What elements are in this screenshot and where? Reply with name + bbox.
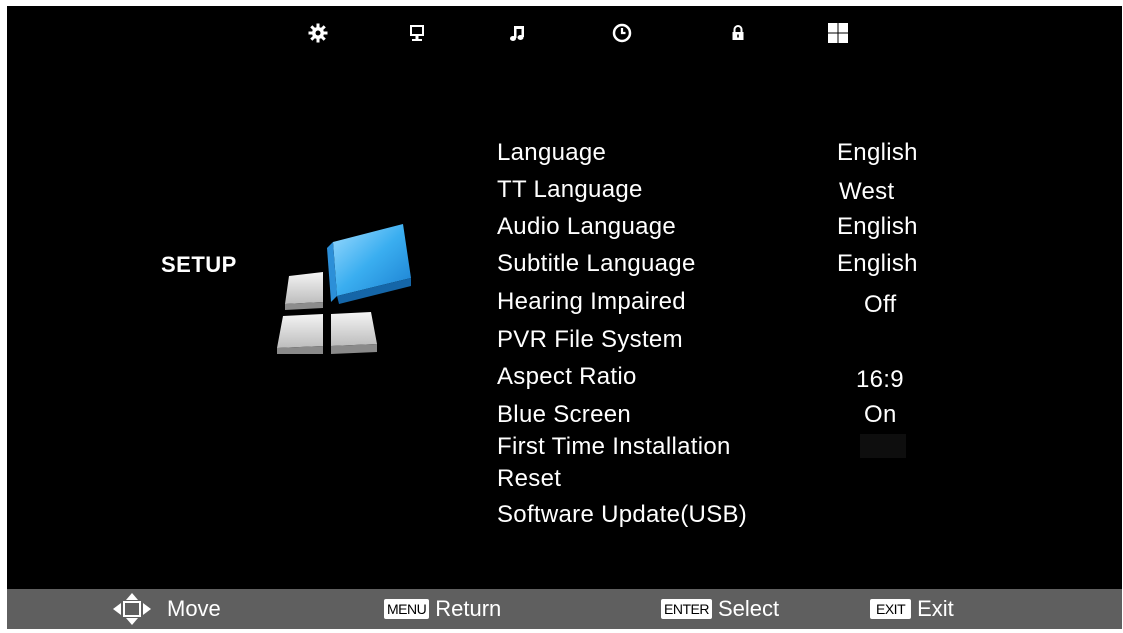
menu-value-subtitle-language: English (837, 250, 918, 277)
exit-key-badge: EXIT (870, 599, 912, 619)
menu-item-tt-language[interactable]: TT Language (497, 176, 643, 204)
menu-value-language: English (837, 139, 918, 166)
clock-icon[interactable] (611, 22, 633, 44)
monitor-icon[interactable] (406, 22, 428, 44)
gear-icon[interactable] (307, 22, 329, 44)
menu-key-badge: MENU (384, 599, 430, 619)
menu-value-tt-language: West (839, 178, 895, 205)
setup-blocks-graphic (277, 224, 411, 354)
hint-return: MENU Return (384, 589, 501, 629)
menu-value-blue-screen: On (864, 401, 897, 428)
menu-item-hearing-impaired[interactable]: Hearing Impaired (497, 288, 686, 316)
dpad-icon (113, 593, 151, 625)
hint-move: Move (111, 589, 221, 629)
section-title: SETUP (161, 252, 237, 277)
menu-item-software-update[interactable]: Software Update(USB) (497, 501, 747, 529)
menu-value-audio-language: English (837, 213, 918, 240)
menu-item-audio-language[interactable]: Audio Language (497, 213, 676, 241)
hint-select-label: Select (717, 596, 780, 621)
menu-item-first-time-installation[interactable]: First Time Installation (497, 433, 731, 461)
bottom-hint-bar: Move MENU Return ENTER Select EXIT Exit (7, 589, 1122, 629)
grid-icon[interactable] (827, 22, 849, 44)
menu-item-subtitle-language[interactable]: Subtitle Language (497, 250, 696, 278)
menu-item-blue-screen[interactable]: Blue Screen (497, 401, 631, 429)
hint-exit-label: Exit (917, 596, 954, 621)
tv-menu-screen: SETUP Language English TT Language West (7, 6, 1122, 629)
menu-value-empty-box (860, 434, 906, 458)
hint-select: ENTER Select (661, 589, 779, 629)
menu-value-aspect-ratio: 16:9 (856, 366, 904, 393)
music-note-icon[interactable] (506, 22, 528, 44)
menu-item-aspect-ratio[interactable]: Aspect Ratio (497, 363, 637, 391)
menu-item-pvr-file-system[interactable]: PVR File System (497, 326, 683, 354)
menu-item-language[interactable]: Language (497, 139, 606, 167)
hint-return-label: Return (435, 596, 502, 621)
enter-key-badge: ENTER (661, 599, 712, 619)
menu-item-reset[interactable]: Reset (497, 465, 561, 493)
hint-move-label: Move (167, 596, 221, 621)
hint-exit: EXIT Exit (870, 589, 954, 629)
lock-icon[interactable] (727, 22, 749, 44)
menu-value-hearing-impaired: Off (864, 291, 897, 318)
